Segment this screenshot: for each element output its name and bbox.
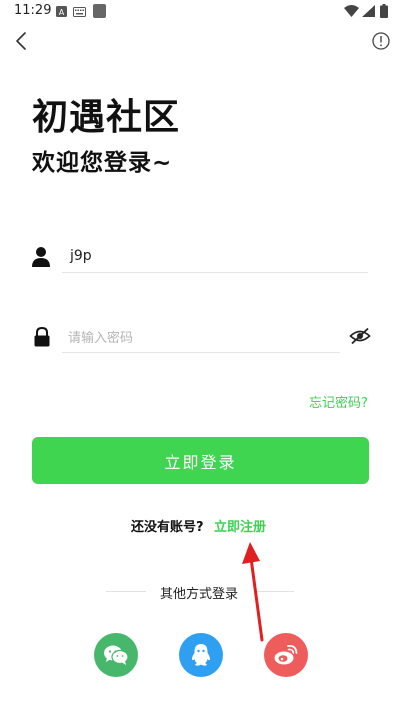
no-account-text: 还没有账号? [131,520,204,535]
page-title: 初遇社区 [32,97,181,138]
weibo-icon [274,644,298,665]
status-time: 11:29 [14,3,52,18]
password-underline [62,352,340,353]
lock-icon [34,326,50,347]
back-arrow-icon[interactable] [12,30,32,52]
forgot-password-link[interactable]: 忘记密码? [309,392,368,411]
wechat-login-button[interactable] [94,633,138,677]
info-icon[interactable] [371,31,391,51]
keyboard-icon [73,7,86,17]
divider-left [106,591,146,592]
qq-icon [192,644,210,666]
wifi-icon [344,5,359,17]
notification-a-icon: A [56,6,67,17]
svg-text:A: A [59,8,65,17]
qq-login-button[interactable] [179,633,223,677]
login-button[interactable]: 立即登录 [32,437,369,484]
battery-icon [380,4,388,18]
user-icon [32,247,50,267]
wechat-icon [104,645,129,665]
other-login-label: 其他方式登录 [160,587,239,602]
welcome-subtitle: 欢迎您登录~ [32,150,173,176]
annotation-arrow [242,542,264,642]
app-notification-icon [93,4,106,18]
register-link[interactable]: 立即注册 [214,516,266,535]
login-button-label: 立即登录 [164,452,237,472]
username-field[interactable]: j9p [70,248,92,264]
status-bar: 11:29 A [0,0,400,24]
password-input[interactable] [66,324,340,352]
signal-icon [362,5,375,17]
username-underline [62,272,368,273]
hide-password-icon[interactable] [349,327,371,345]
